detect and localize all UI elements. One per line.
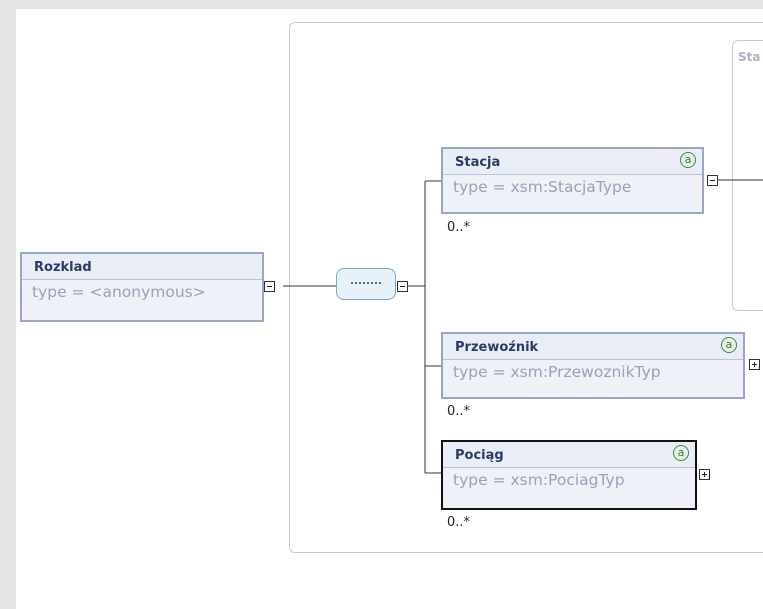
attribute-icon[interactable]: a xyxy=(721,337,737,353)
pociag-cardinality: 0..* xyxy=(447,515,471,530)
element-rozklad-name: Rozklad xyxy=(22,254,262,280)
attribute-icon[interactable]: a xyxy=(680,152,696,168)
element-pociag-name: Pociąg xyxy=(443,442,695,468)
element-stacja[interactable]: Stacja type = xsm:StacjaType a xyxy=(441,147,704,214)
przewoznik-cardinality: 0..* xyxy=(447,404,471,419)
sequence-compositor[interactable] xyxy=(336,268,396,300)
sequence-dots-icon xyxy=(351,282,381,288)
rozklad-collapse-icon[interactable] xyxy=(264,281,275,292)
element-pociag[interactable]: Pociąg type = xsm:PociagTyp a xyxy=(441,440,697,510)
pociag-expand-icon[interactable] xyxy=(699,469,710,480)
element-pociag-type: type = xsm:PociagTyp xyxy=(453,471,625,489)
element-stacja-name: Stacja xyxy=(443,149,702,175)
attribute-icon[interactable]: a xyxy=(673,445,689,461)
stacja-cardinality: 0..* xyxy=(447,220,471,235)
stacja-collapse-icon[interactable] xyxy=(707,175,718,186)
przewoznik-expand-icon[interactable] xyxy=(749,359,760,370)
sequence-collapse-icon[interactable] xyxy=(397,281,408,292)
element-przewoznik[interactable]: Przewoźnik type = xsm:PrzewoznikTyp a xyxy=(441,332,745,399)
element-stacja-type: type = xsm:StacjaType xyxy=(453,178,632,196)
element-rozklad[interactable]: Rozklad type = <anonymous> xyxy=(20,252,264,322)
element-rozklad-type: type = <anonymous> xyxy=(32,283,206,301)
element-przewoznik-name: Przewoźnik xyxy=(443,334,743,360)
element-przewoznik-type: type = xsm:PrzewoznikTyp xyxy=(453,363,661,381)
